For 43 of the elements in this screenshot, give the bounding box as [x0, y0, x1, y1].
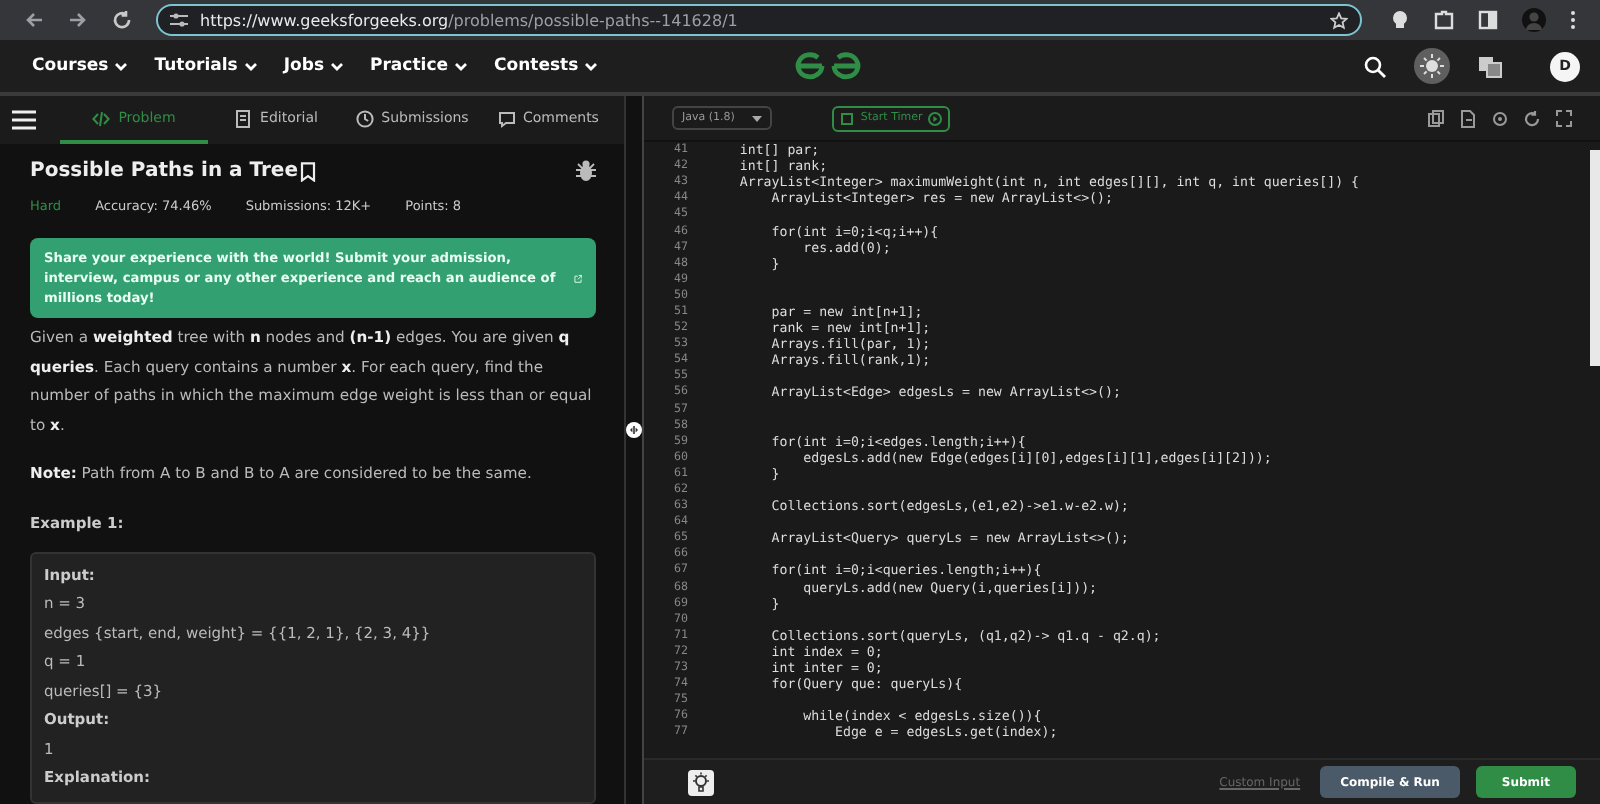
chevron-down-icon	[330, 61, 345, 71]
copy-icon[interactable]	[1428, 109, 1444, 127]
reset-icon[interactable]	[1524, 109, 1540, 127]
more-menu-icon[interactable]	[1570, 10, 1576, 30]
site-settings-icon[interactable]	[170, 12, 188, 28]
nav-menu-link[interactable]: Contests	[494, 56, 599, 76]
settings-icon[interactable]	[1492, 109, 1508, 127]
bug-report-icon[interactable]	[576, 160, 596, 182]
resize-handle-icon[interactable]	[626, 420, 642, 440]
lightbulb-icon[interactable]	[688, 769, 714, 795]
menu-icon[interactable]	[12, 110, 36, 130]
search-icon[interactable]	[1364, 55, 1386, 77]
translate-icon[interactable]	[1478, 55, 1502, 77]
address-bar[interactable]: https://www.geeksforgeeks.org/problems/possible-paths--141628/1	[156, 4, 1362, 36]
nav-menu-link[interactable]: Jobs	[283, 56, 345, 76]
chevron-down-icon	[454, 61, 468, 71]
url-text: https://www.geeksforgeeks.org/problems/possible-paths--141628/1	[200, 11, 740, 29]
problem-title: Possible Paths in a Tree	[30, 160, 298, 182]
chevron-down-icon	[114, 61, 129, 71]
code-icon	[92, 109, 111, 127]
fullscreen-icon[interactable]	[1556, 109, 1572, 127]
nav-menu-link[interactable]: Tutorials	[154, 56, 258, 76]
play-circle-icon	[928, 111, 943, 125]
file-icon[interactable]	[1460, 109, 1476, 127]
document-icon	[234, 109, 253, 127]
chevron-down-icon	[584, 61, 599, 71]
timer-icon	[840, 111, 855, 125]
reload-icon[interactable]	[112, 10, 132, 30]
nav-menu-link[interactable]: Courses	[32, 56, 129, 76]
star-icon[interactable]	[1330, 11, 1348, 29]
external-link-icon	[573, 269, 582, 287]
back-arrow-icon[interactable]	[24, 10, 44, 30]
chevron-down-icon	[243, 61, 258, 71]
forward-arrow-icon[interactable]	[68, 10, 88, 30]
bookmark-icon[interactable]	[300, 161, 316, 181]
side-panel-icon[interactable]	[1478, 10, 1498, 30]
chat-bubble-icon	[497, 109, 516, 127]
caret-icon	[752, 115, 763, 121]
site-logo-icon[interactable]	[792, 52, 864, 80]
scrollbar-thumb[interactable]	[1590, 150, 1600, 366]
theme-toggle-icon[interactable]	[1414, 48, 1450, 84]
clock-icon	[355, 109, 374, 127]
nav-menu-link[interactable]: Practice	[370, 56, 468, 76]
